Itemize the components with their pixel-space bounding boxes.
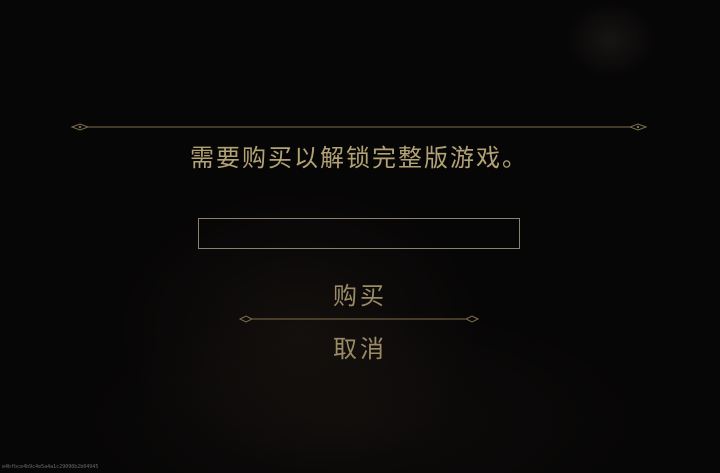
buy-button[interactable]: 购买 [260, 278, 460, 314]
button-ornament-divider [238, 314, 480, 324]
top-ornament-divider [70, 122, 648, 132]
code-input[interactable] [198, 218, 520, 249]
unlock-message: 需要购买以解锁完整版游戏。 [190, 144, 528, 172]
build-version-text: e4bfbce4b9c4e5a4a1c29090b2b04945 [2, 464, 99, 470]
cancel-button[interactable]: 取消 [260, 331, 460, 367]
purchase-screen: 需要购买以解锁完整版游戏。 购买 取消 e4bfbce4b9c4e5a4a1c2… [0, 0, 720, 473]
